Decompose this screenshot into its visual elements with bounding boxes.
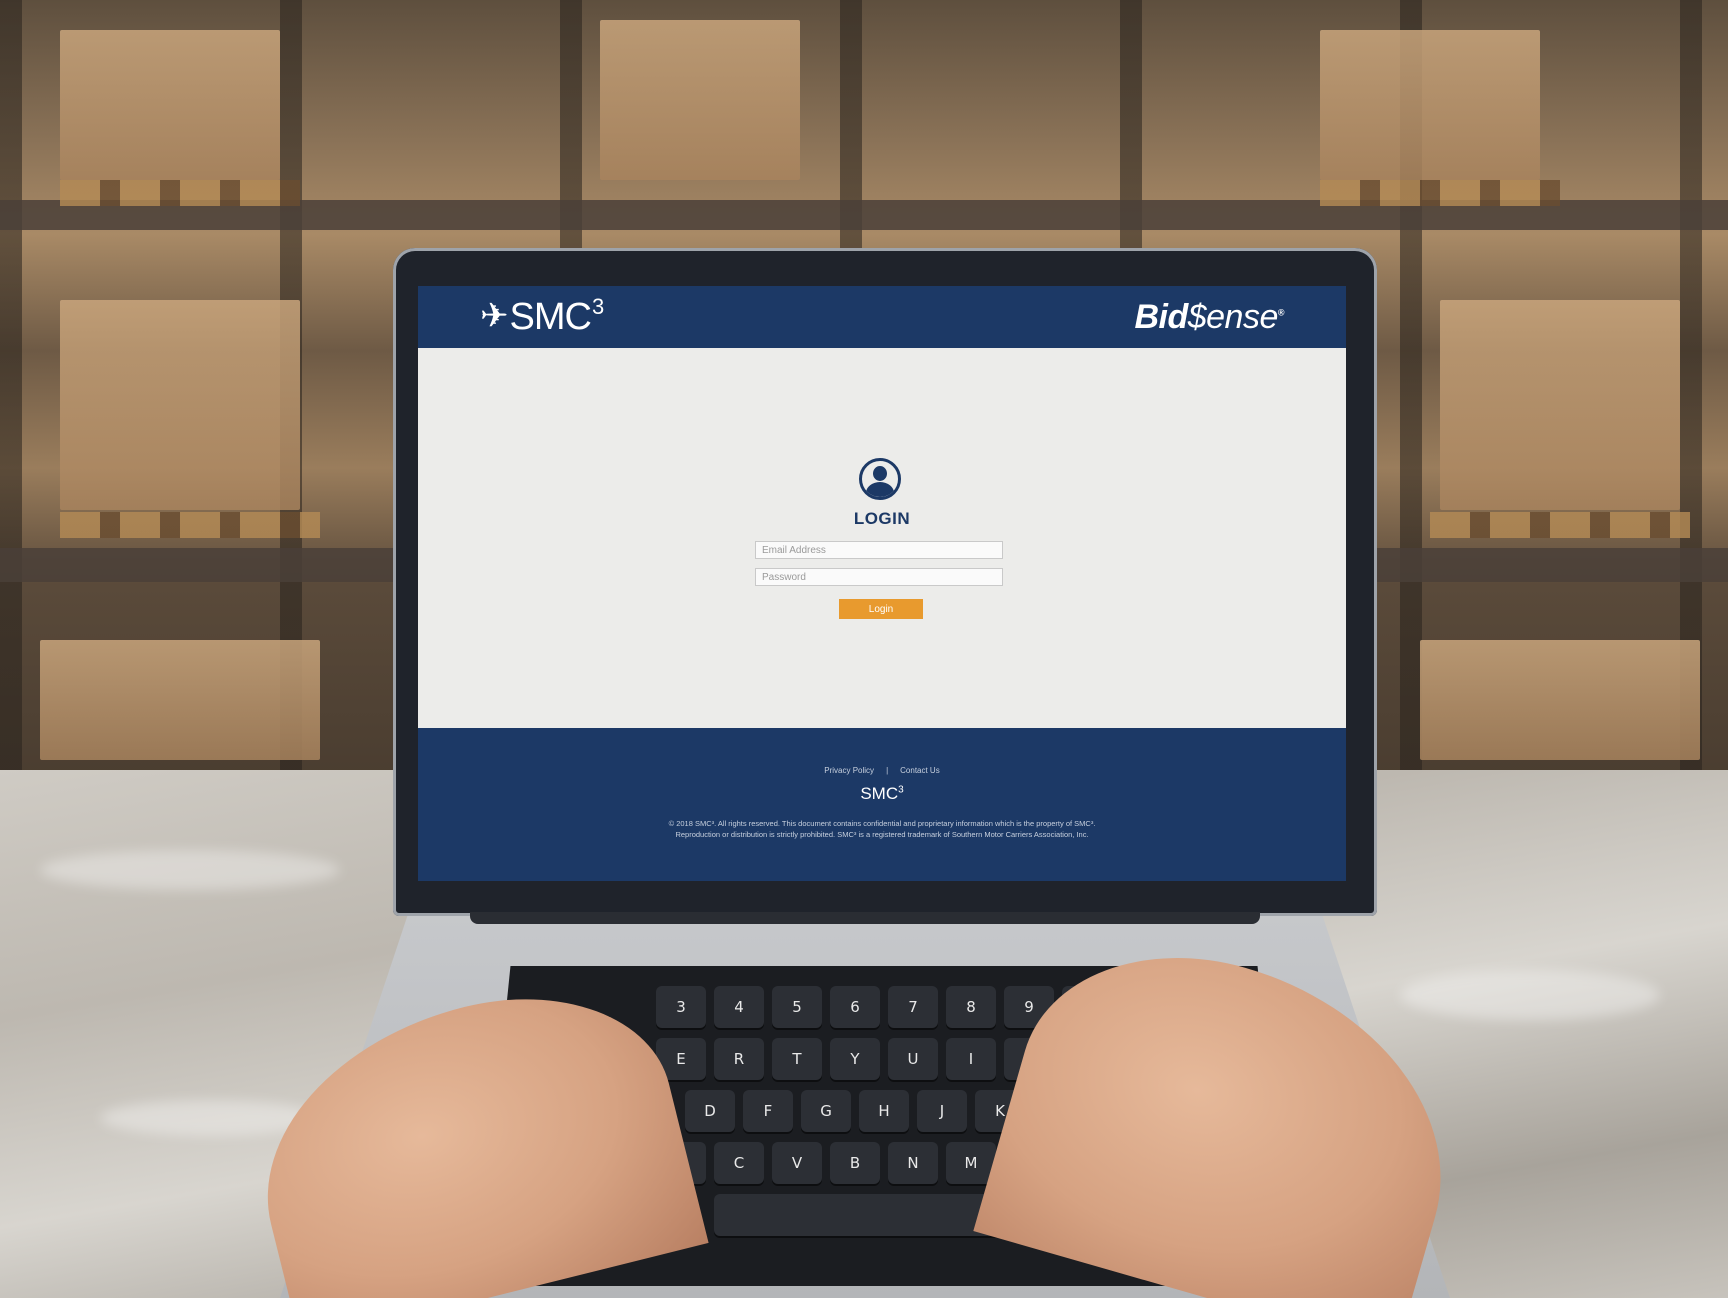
- pallet: [1430, 512, 1690, 538]
- key[interactable]: J: [917, 1090, 967, 1132]
- footer-logo-text: SMC: [860, 784, 899, 803]
- smc-swoosh-icon: ✈: [480, 296, 508, 335]
- key[interactable]: 5: [772, 986, 822, 1028]
- smc3-logo[interactable]: ✈ SMC 3: [480, 293, 604, 339]
- privacy-policy-link[interactable]: Privacy Policy: [824, 766, 874, 775]
- user-avatar-icon: [859, 458, 901, 500]
- warehouse-box: [600, 20, 800, 180]
- key[interactable]: B: [830, 1142, 880, 1184]
- warehouse-box: [60, 30, 280, 180]
- warehouse-box: [1320, 30, 1540, 180]
- app-header: ✈ SMC 3 Bid$ense®: [418, 286, 1346, 348]
- smc-logo-text: SMC: [509, 295, 592, 338]
- key[interactable]: 6: [830, 986, 880, 1028]
- key[interactable]: H: [859, 1090, 909, 1132]
- key[interactable]: G: [801, 1090, 851, 1132]
- bidsense-logo-sense: $ense: [1187, 297, 1279, 336]
- warehouse-box: [40, 640, 320, 760]
- login-title: LOGIN: [853, 509, 911, 528]
- key[interactable]: R: [714, 1038, 764, 1080]
- warehouse-box: [60, 300, 300, 510]
- pallet: [1320, 180, 1560, 206]
- pallet: [60, 180, 300, 206]
- footer-links: Privacy Policy | Contact Us: [418, 766, 1346, 775]
- footer-logo-sup: 3: [898, 784, 904, 796]
- key[interactable]: 7: [888, 986, 938, 1028]
- pallet: [60, 512, 320, 538]
- email-input[interactable]: [755, 541, 1003, 559]
- desk-texture: [40, 850, 340, 890]
- key[interactable]: V: [772, 1142, 822, 1184]
- key[interactable]: F: [743, 1090, 793, 1132]
- key[interactable]: 3: [656, 986, 706, 1028]
- footer-copyright: © 2018 SMC³. All rights reserved. This d…: [418, 818, 1346, 840]
- password-input[interactable]: [755, 568, 1003, 586]
- key[interactable]: N: [888, 1142, 938, 1184]
- key[interactable]: U: [888, 1038, 938, 1080]
- app-footer: Privacy Policy | Contact Us SMC3 © 2018 …: [418, 728, 1346, 881]
- key[interactable]: I: [946, 1038, 996, 1080]
- bidsense-logo-bid: Bid: [1134, 297, 1188, 336]
- warehouse-box: [1420, 640, 1700, 760]
- copyright-line-2: Reproduction or distribution is strictly…: [675, 830, 1089, 839]
- smc-logo-sup: 3: [591, 293, 604, 319]
- contact-us-link[interactable]: Contact Us: [900, 766, 940, 775]
- login-button[interactable]: Login: [839, 599, 923, 619]
- bidsense-logo: Bid$ense®: [1134, 298, 1284, 337]
- copyright-line-1: © 2018 SMC³. All rights reserved. This d…: [668, 819, 1096, 828]
- footer-smc3-logo: SMC3: [418, 784, 1346, 804]
- bidsense-logo-reg: ®: [1277, 307, 1285, 318]
- user-icon-head: [873, 466, 887, 481]
- key[interactable]: D: [685, 1090, 735, 1132]
- warehouse-box: [1440, 300, 1680, 510]
- laptop-hinge: [470, 912, 1260, 924]
- key[interactable]: 8: [946, 986, 996, 1028]
- user-icon-torso: [866, 482, 894, 497]
- key[interactable]: 4: [714, 986, 764, 1028]
- key[interactable]: Y: [830, 1038, 880, 1080]
- desk-texture: [1400, 970, 1660, 1020]
- laptop-screen: ✈ SMC 3 Bid$ense® LOGIN Login Privacy Po…: [418, 286, 1346, 881]
- key[interactable]: C: [714, 1142, 764, 1184]
- footer-separator: |: [886, 766, 889, 775]
- key[interactable]: T: [772, 1038, 822, 1080]
